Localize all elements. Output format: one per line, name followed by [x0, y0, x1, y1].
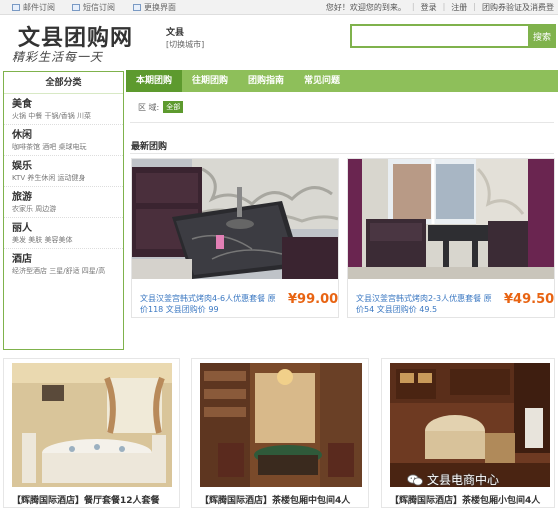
switch-city-link[interactable]: [切换城市] [166, 39, 204, 50]
deal-image[interactable] [200, 363, 362, 487]
change-theme-link[interactable]: 更换界面 [133, 2, 176, 13]
tab-past-deals[interactable]: 往期团购 [182, 70, 238, 92]
deal-title[interactable]: 文县汉釜宫韩式烤肉2-3人优惠套餐 原 价54 文县团购价 49.5 [356, 293, 506, 315]
wechat-icon [407, 473, 423, 486]
category-food[interactable]: 美食 火锅 中餐 干锅/香锅 川菜 [4, 94, 123, 125]
category-sidebar: 全部分类 美食 火锅 中餐 干锅/香锅 川菜 休闲 咖啡茶馆 酒吧 桌球电玩 娱… [3, 71, 124, 350]
bottom-deal-card[interactable]: 【辉腾国际酒店】茶楼包厢中包间4人 [191, 358, 369, 508]
welcome-text: 您好！欢迎您的到来。 [325, 3, 406, 12]
bottom-deal-title[interactable]: 【辉腾国际酒店】茶楼包厢中包间4人 [200, 493, 350, 506]
deal-image[interactable] [132, 159, 338, 279]
site-slogan: 精彩生活每一天 [12, 50, 104, 64]
watermark: 文县电商中心 [407, 471, 499, 488]
divider [130, 153, 554, 154]
register-link[interactable]: 注册 [451, 2, 467, 13]
deal-image[interactable] [12, 363, 172, 487]
watermark-text: 文县电商中心 [427, 473, 500, 487]
latest-deals-heading: 最新团购 [131, 142, 168, 152]
category-hotel[interactable]: 酒店 经济型酒店 三星/舒适 四星/高 [4, 249, 123, 279]
category-entertainment[interactable]: 娱乐 KTV 养生休闲 运动健身 [4, 156, 123, 187]
deal-image[interactable] [348, 159, 554, 279]
search-bar: 搜索 [350, 24, 556, 48]
category-leisure[interactable]: 休闲 咖啡茶馆 酒吧 桌球电玩 [4, 125, 123, 156]
deal-price: ¥99.00 [288, 292, 339, 307]
deal-price: ¥49.50 [504, 292, 555, 307]
phone-icon [72, 4, 80, 11]
tab-current-deals[interactable]: 本期团购 [126, 70, 183, 92]
deal-title[interactable]: 文县汉釜宫韩式烤肉4-6人优惠套餐 原 价118 文县团购价 99 [140, 293, 290, 315]
search-button[interactable]: 搜索 [528, 24, 556, 48]
bottom-deal-title[interactable]: 【辉腾国际酒店】茶楼包厢小包间4人 [390, 493, 540, 506]
sidebar-title: 全部分类 [4, 72, 123, 94]
current-city: 文县 [166, 28, 185, 38]
bottom-deal-title[interactable]: 【辉腾国际酒店】餐厅套餐12人套餐 [12, 493, 160, 506]
tab-faq[interactable]: 常见问题 [294, 70, 350, 92]
coupon-verify-link[interactable]: 团购券验证及消费登 [482, 2, 554, 13]
area-filter-label: 区 域: [138, 102, 160, 112]
divider [130, 122, 554, 123]
main-nav: 本期团购 往期团购 团购指南 常见问题 [126, 70, 558, 92]
area-filter: 区 域: 全部 [138, 101, 184, 113]
search-input[interactable] [350, 24, 528, 48]
top-utility-bar: 邮件订阅 短信订阅 更换界面 您好！欢迎您的到来。 | 登录 | 注册 | 团购… [0, 0, 558, 15]
deal-card[interactable]: 文县汉釜宫韩式烤肉4-6人优惠套餐 原 价118 文县团购价 99 ¥99.00 [131, 158, 339, 318]
deal-card[interactable]: 文县汉釜宫韩式烤肉2-3人优惠套餐 原 价54 文县团购价 49.5 ¥49.5… [347, 158, 555, 318]
login-link[interactable]: 登录 [421, 2, 437, 13]
site-header: 文县团购网 精彩生活每一天 文县 [切换城市] 搜索 [0, 15, 558, 67]
sms-subscribe-link[interactable]: 短信订阅 [72, 2, 115, 13]
deal-image[interactable] [390, 363, 550, 487]
mail-subscribe-link[interactable]: 邮件订阅 [12, 2, 55, 13]
tab-guide[interactable]: 团购指南 [238, 70, 294, 92]
bottom-deal-card[interactable]: 【辉腾国际酒店】餐厅套餐12人套餐 [3, 358, 180, 508]
mail-icon [12, 4, 20, 11]
area-all-chip[interactable]: 全部 [163, 101, 184, 113]
category-travel[interactable]: 旅游 农家乐 周边游 [4, 187, 123, 218]
theme-icon [133, 4, 141, 11]
category-beauty[interactable]: 丽人 美发 美肤 美容美体 [4, 218, 123, 249]
